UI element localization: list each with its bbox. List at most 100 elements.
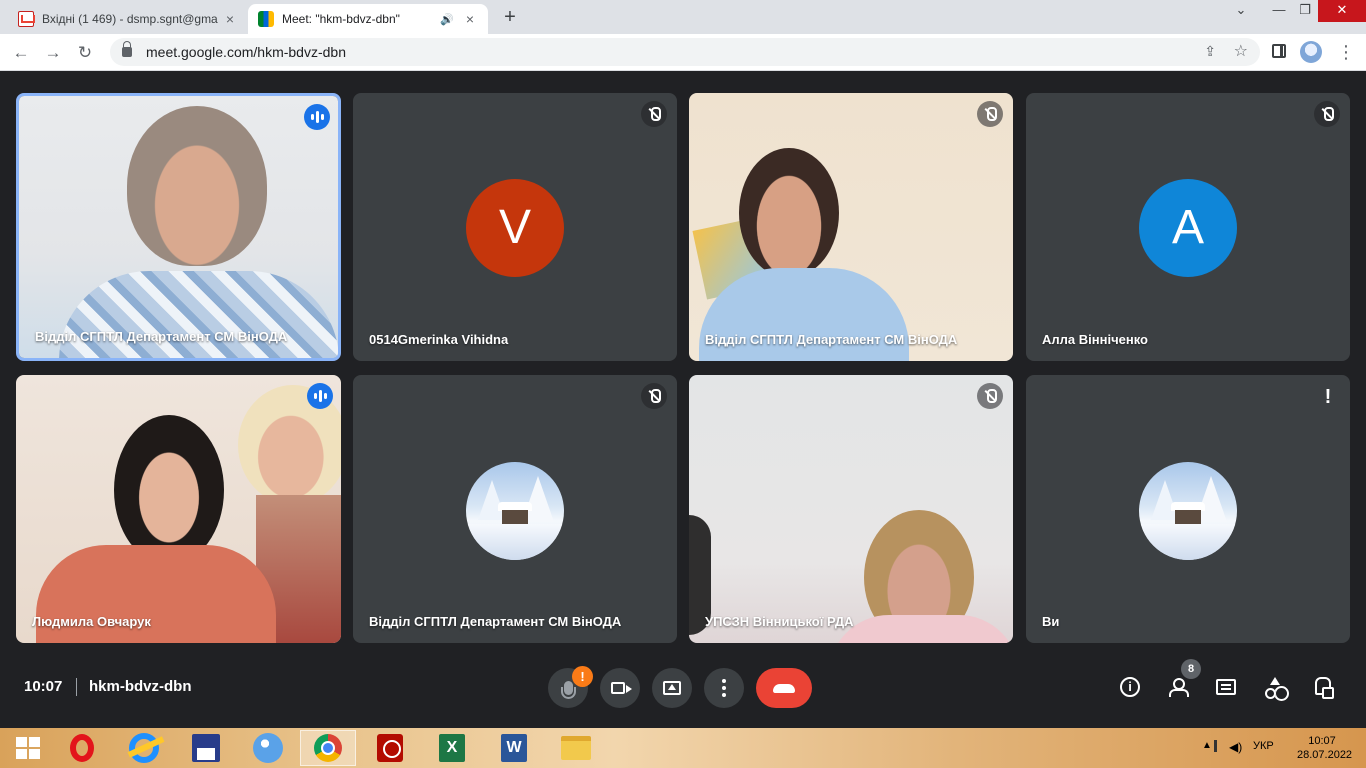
participants-button[interactable] xyxy=(1168,677,1192,701)
taskbar-save-app[interactable] xyxy=(178,730,234,766)
new-tab-button[interactable]: + xyxy=(498,6,522,30)
mic-off-icon xyxy=(1314,101,1340,127)
participant-count-badge: 8 xyxy=(1181,659,1201,679)
participant-name: Відділ СГПТЛ Департамент СМ ВінОДА xyxy=(369,614,622,629)
star-icon[interactable]: ☆ xyxy=(1234,41,1248,61)
reload-icon[interactable]: ↻ xyxy=(72,40,98,66)
participant-name: Відділ СГПТЛ Департамент СМ ВінОДА xyxy=(705,332,958,347)
chevron-down-icon[interactable]: ⌄ xyxy=(1226,0,1256,22)
gmail-icon xyxy=(18,11,34,27)
taskbar-ie[interactable] xyxy=(116,730,172,766)
share-icon[interactable]: ⇪ xyxy=(1204,43,1216,60)
taskbar-chrome[interactable] xyxy=(300,730,356,766)
participant-name: 0514Gmerinka Vihidna xyxy=(369,332,509,347)
excel-icon: X xyxy=(439,734,465,762)
language-indicator[interactable]: УКР xyxy=(1253,740,1274,752)
folder-icon xyxy=(561,736,591,760)
avatar: A xyxy=(1139,179,1237,277)
chevron-up-icon[interactable]: ▲ xyxy=(1202,740,1212,751)
participant-video xyxy=(689,375,1013,643)
system-clock[interactable]: 10:07 28.07.2022 xyxy=(1297,734,1353,762)
address-bar: ← → ↻ meet.google.com/hkm-bdvz-dbn ⇪ ☆ xyxy=(0,34,1366,71)
windows-taskbar: X W ▲ ◀) УКР 10:07 28.07.2022 xyxy=(0,728,1366,768)
speaking-icon xyxy=(304,104,330,130)
mic-off-icon xyxy=(641,383,667,409)
participant-name: Відділ СГПТЛ Департамент СМ ВінОДА xyxy=(35,329,288,344)
tab-meet[interactable]: Meet: "hkm-bdvz-dbn" 🔊 × xyxy=(248,4,488,34)
participant-tile[interactable]: Відділ СГПТЛ Департамент СМ ВінОДА xyxy=(16,93,341,361)
avatar xyxy=(466,462,564,560)
lock-icon[interactable] xyxy=(122,41,132,57)
participant-name: Ви xyxy=(1042,614,1060,629)
meeting-code: hkm-bdvz-dbn xyxy=(89,678,192,695)
camera-button[interactable] xyxy=(600,668,640,708)
more-options-button[interactable] xyxy=(704,668,744,708)
url-text: meet.google.com/hkm-bdvz-dbn xyxy=(146,44,346,60)
floppy-icon xyxy=(192,734,220,762)
participant-tile[interactable]: V 0514Gmerinka Vihidna xyxy=(353,93,677,361)
divider xyxy=(76,678,77,696)
participant-name: УПСЗН Вінницької РДА xyxy=(705,614,854,629)
speaker-icon[interactable]: 🔊 xyxy=(440,13,454,26)
people-icon xyxy=(1168,677,1192,697)
speaking-icon xyxy=(307,383,333,409)
mic-warning-badge[interactable]: ! xyxy=(572,666,593,687)
participant-tile[interactable]: A Алла Вінніченко xyxy=(1026,93,1350,361)
participant-tile[interactable]: Відділ СГПТЛ Департамент СМ ВінОДА xyxy=(689,93,1013,361)
restore-button[interactable]: ❐ xyxy=(1292,0,1318,22)
present-screen-button[interactable] xyxy=(652,668,692,708)
back-icon[interactable]: ← xyxy=(8,40,34,66)
participant-video xyxy=(16,375,341,643)
clock-date: 28.07.2022 xyxy=(1297,749,1353,761)
tab-gmail[interactable]: Вхідні (1 469) - dsmp.sgnt@gma × xyxy=(8,4,248,34)
mic-off-icon xyxy=(977,101,1003,127)
url-field[interactable]: meet.google.com/hkm-bdvz-dbn ⇪ ☆ xyxy=(110,38,1260,66)
participant-video xyxy=(19,96,338,358)
meeting-details-button[interactable]: i xyxy=(1120,677,1144,701)
close-window-button[interactable]: ✕ xyxy=(1318,0,1366,22)
taskbar-globe-app[interactable] xyxy=(240,730,296,766)
browser-tab-bar: Вхідні (1 469) - dsmp.sgnt@gma × Meet: "… xyxy=(0,0,1366,34)
taskbar-acrobat[interactable] xyxy=(362,730,418,766)
participant-name: Алла Вінніченко xyxy=(1042,332,1148,347)
leave-call-button[interactable] xyxy=(756,668,812,708)
present-icon xyxy=(663,681,681,695)
tab-title: Meet: "hkm-bdvz-dbn" xyxy=(282,12,400,26)
participant-name: Людмила Овчарук xyxy=(32,614,151,629)
more-vert-icon xyxy=(722,686,726,690)
warning-icon[interactable]: ! xyxy=(1316,385,1340,409)
taskbar-word[interactable]: W xyxy=(486,730,542,766)
forward-icon[interactable]: → xyxy=(40,40,66,66)
clock-time: 10:07 xyxy=(1308,735,1336,747)
lock-person-icon xyxy=(1312,677,1334,699)
meeting-control-bar: 10:07 hkm-bdvz-dbn i xyxy=(0,654,1366,728)
avatar: V xyxy=(466,179,564,277)
activities-button[interactable] xyxy=(1264,677,1288,701)
taskbar-excel[interactable]: X xyxy=(424,730,480,766)
volume-icon[interactable]: ◀) xyxy=(1229,740,1242,754)
kebab-menu-icon[interactable]: ⋮ xyxy=(1336,40,1356,64)
minimize-button[interactable]: — xyxy=(1264,0,1294,22)
avatar[interactable] xyxy=(1300,41,1322,63)
participant-video xyxy=(689,93,1013,361)
taskbar-explorer[interactable] xyxy=(548,730,604,766)
participant-tile[interactable]: ! Ви xyxy=(1026,375,1350,643)
chrome-icon xyxy=(314,734,342,762)
start-button[interactable] xyxy=(0,730,56,766)
close-icon[interactable]: × xyxy=(462,11,478,27)
side-panel-icon[interactable] xyxy=(1272,44,1286,58)
taskbar-opera[interactable] xyxy=(54,730,110,766)
host-controls-button[interactable] xyxy=(1312,677,1336,701)
close-icon[interactable]: × xyxy=(222,11,238,27)
participant-tile[interactable]: Людмила Овчарук xyxy=(16,375,341,643)
opera-icon xyxy=(70,734,94,762)
participant-tile[interactable]: УПСЗН Вінницької РДА xyxy=(689,375,1013,643)
network-icon[interactable] xyxy=(1214,740,1222,752)
windows-logo-icon xyxy=(16,737,40,759)
mic-off-icon xyxy=(641,101,667,127)
hangup-icon xyxy=(773,683,795,693)
tab-title: Вхідні (1 469) - dsmp.sgnt@gma xyxy=(42,12,218,26)
participant-tile[interactable]: Відділ СГПТЛ Департамент СМ ВінОДА xyxy=(353,375,677,643)
chat-button[interactable] xyxy=(1216,677,1240,701)
activities-icon xyxy=(1264,677,1286,699)
